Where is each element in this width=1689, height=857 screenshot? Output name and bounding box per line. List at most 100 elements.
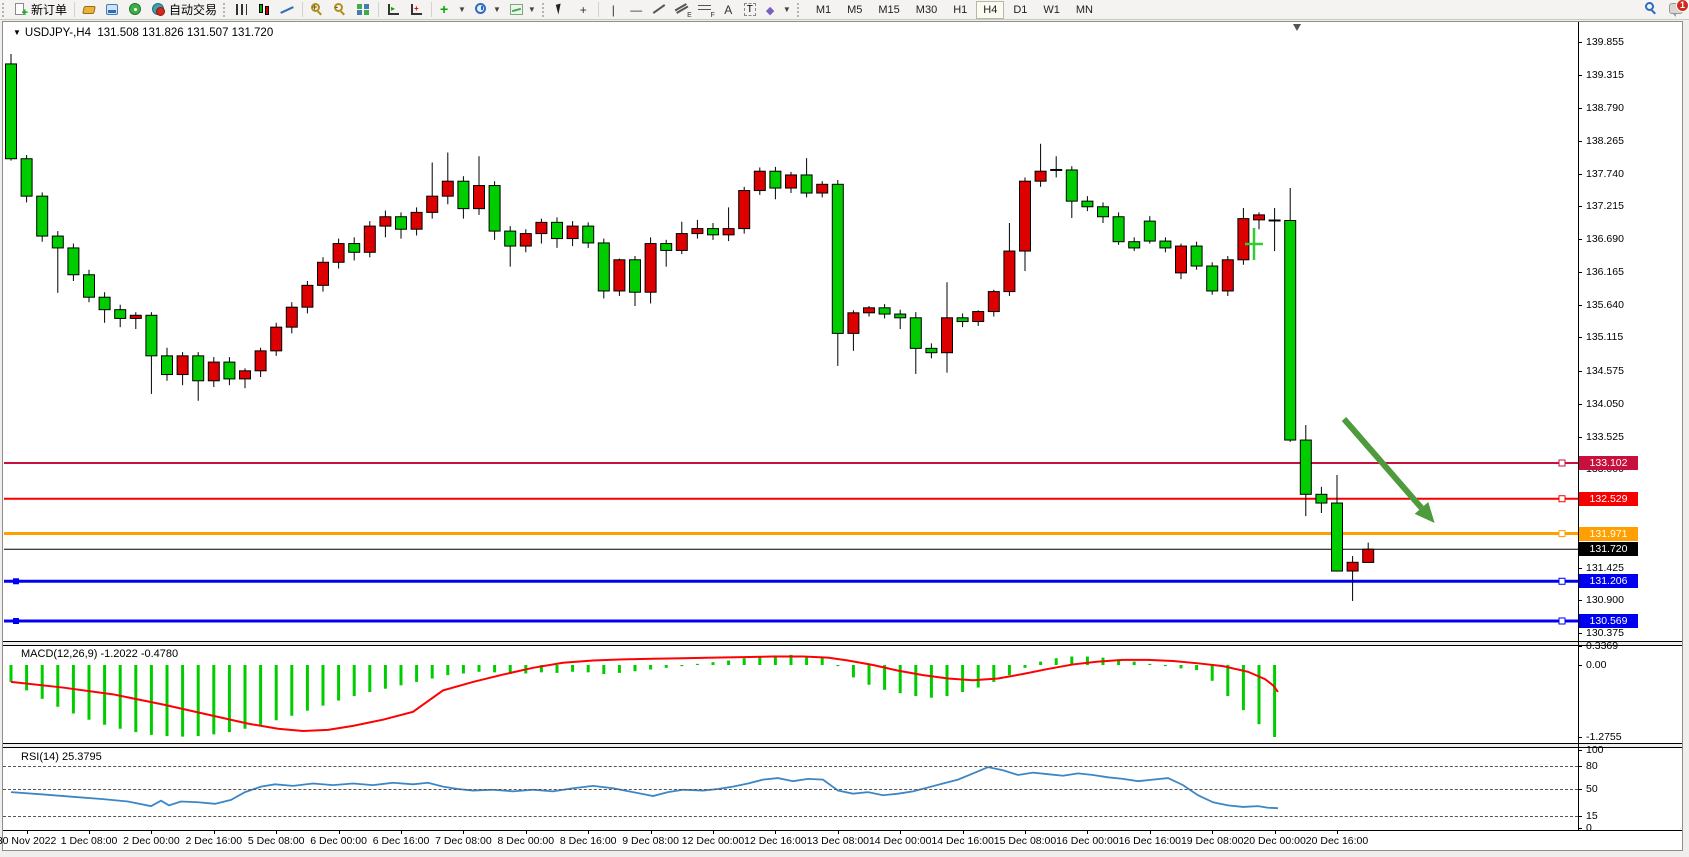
candle-bear	[1316, 494, 1327, 503]
vertical-line-button[interactable]: |	[602, 1, 625, 19]
time-tick	[1087, 831, 1088, 834]
candle-bull	[240, 371, 251, 379]
timeframe-d1[interactable]: D1	[1006, 1, 1034, 19]
price-tick-label: 136.165	[1586, 266, 1624, 278]
chart-axes-icon	[386, 3, 401, 16]
candle-bear	[895, 314, 906, 318]
price-tick-label: 130.900	[1586, 594, 1624, 606]
timeframe-m15[interactable]: M15	[871, 1, 906, 19]
hline-handle[interactable]	[1559, 496, 1565, 502]
time-label: 15 Dec 08:00	[994, 835, 1056, 847]
timeframe-h1[interactable]: H1	[946, 1, 974, 19]
bar-chart-button[interactable]	[230, 1, 253, 19]
time-label: 6 Dec 00:00	[310, 835, 367, 847]
candle-bull	[474, 186, 485, 209]
timeframe-m30[interactable]: M30	[909, 1, 944, 19]
styles-button[interactable]	[78, 1, 101, 19]
chart-shift-marker[interactable]	[1293, 24, 1301, 31]
candle-bear	[489, 186, 500, 232]
macd-tick-label: 0.00	[1586, 659, 1606, 671]
chart-canvas[interactable]	[3, 22, 1682, 850]
hline-handle[interactable]	[13, 618, 19, 624]
timeframe-m1[interactable]: M1	[809, 1, 838, 19]
zoom-in-button[interactable]: +	[306, 1, 329, 19]
timeframe-w1[interactable]: W1	[1036, 1, 1067, 19]
time-tick	[27, 831, 28, 834]
candle-bear	[224, 362, 235, 379]
candle-bull	[676, 234, 687, 251]
templates-button[interactable]: ▼	[505, 1, 540, 19]
candle-bull	[442, 181, 453, 196]
candle-bear	[661, 244, 672, 251]
time-label: 5 Dec 08:00	[248, 835, 305, 847]
price-tick	[1578, 206, 1582, 207]
globe-red-dot-icon	[151, 3, 166, 16]
time-tick	[651, 831, 652, 834]
hline-handle[interactable]	[1559, 618, 1565, 624]
rsi-level-80	[3, 766, 1578, 767]
hline-handle[interactable]	[13, 578, 19, 584]
new-order-button[interactable]: 新订单	[9, 1, 71, 19]
candlestick-chart-button[interactable]	[253, 1, 276, 19]
signals-button[interactable]	[124, 1, 147, 19]
timeframe-mn[interactable]: MN	[1069, 1, 1100, 19]
line-chart-button[interactable]	[276, 1, 299, 19]
candle-bull	[614, 260, 625, 291]
profiles-button[interactable]	[101, 1, 124, 19]
trendline-button[interactable]	[648, 1, 671, 19]
price-tick	[1578, 75, 1582, 76]
periods-button[interactable]: ▼	[470, 1, 505, 19]
separator	[302, 2, 303, 17]
fibonacci-button[interactable]	[694, 1, 717, 19]
cursor-button[interactable]	[549, 1, 572, 19]
crosshair-button[interactable]: +	[572, 1, 595, 19]
green-signal-icon	[128, 3, 143, 16]
timeframe-h4[interactable]: H4	[976, 1, 1004, 19]
time-label: 19 Dec 08:00	[1181, 835, 1243, 847]
cursor-icon	[553, 3, 568, 16]
candle-bear	[1300, 440, 1311, 494]
notifications-icon[interactable]: 1	[1669, 3, 1683, 14]
search-icon[interactable]	[1644, 2, 1659, 15]
time-tick	[963, 831, 964, 834]
time-tick	[214, 831, 215, 834]
auto-trading-button[interactable]: 自动交易	[147, 1, 221, 19]
text-button[interactable]: A	[717, 1, 740, 19]
price-tick-label: 138.790	[1586, 102, 1624, 114]
equidistant-channel-button[interactable]	[671, 1, 694, 19]
zoom-out-icon: -	[333, 3, 348, 16]
timeframe-m5[interactable]: M5	[840, 1, 869, 19]
candle-bull	[333, 244, 344, 263]
candle-bull	[536, 222, 547, 233]
time-tick	[900, 831, 901, 834]
zoom-out-button[interactable]: -	[329, 1, 352, 19]
time-label: 2 Dec 16:00	[185, 835, 242, 847]
add-indicator-button[interactable]: +▼	[435, 1, 470, 19]
price-tick-label: 130.375	[1586, 627, 1624, 639]
candle-bull	[864, 308, 875, 313]
rsi-level-50	[3, 789, 1578, 790]
candle-bull	[271, 327, 282, 351]
horizontal-line-button[interactable]: —	[625, 1, 648, 19]
rsi-tick	[1578, 816, 1582, 817]
price-badge: 130.569	[1579, 614, 1638, 628]
chart-window[interactable]: ▼USDJPY-,H4 131.508 131.826 131.507 131.…	[2, 21, 1683, 851]
candle-bear	[832, 184, 843, 333]
hline-handle[interactable]	[1559, 531, 1565, 537]
text-a-icon: A	[721, 3, 736, 16]
candle-bull	[1222, 260, 1233, 291]
arrows-button[interactable]: ◆▼	[760, 1, 795, 19]
zoom-in-icon: +	[310, 3, 325, 16]
new-chart-button[interactable]	[405, 1, 428, 19]
rsi-line	[11, 767, 1278, 808]
time-tick	[838, 831, 839, 834]
hline-handle[interactable]	[1559, 460, 1565, 466]
time-label: 9 Dec 08:00	[622, 835, 679, 847]
text-label-button[interactable]: T	[740, 1, 760, 19]
green-plus-icon: +	[439, 3, 454, 16]
hline-handle[interactable]	[1559, 578, 1565, 584]
indicator-window-button[interactable]	[382, 1, 405, 19]
tile-windows-button[interactable]	[352, 1, 375, 19]
time-tick	[401, 831, 402, 834]
document-plus-icon	[13, 3, 28, 16]
